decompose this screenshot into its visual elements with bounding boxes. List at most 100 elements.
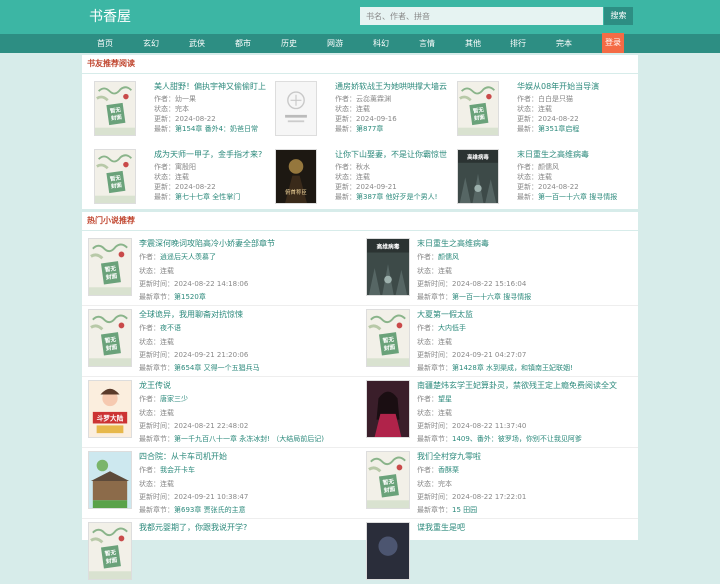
- hot-book-card[interactable]: 暂无 封面 我们全村穿九零啦 作者：香酥栗 状态：完本 更新时间：2024-08-22 1…: [366, 451, 636, 514]
- book-title-link[interactable]: 末日重生之高维病毒: [517, 149, 589, 161]
- hot-book-card[interactable]: 四合院：从卡车司机开始 作者：我会开卡车 状态：连载 更新时间：2024-09-21 …: [88, 451, 358, 514]
- book-cover-image[interactable]: 高维病毒: [457, 149, 499, 204]
- latest-chapter-link[interactable]: 第一百一十六章 搜寻情报: [538, 193, 617, 201]
- latest-chapter-link[interactable]: 第一千九百八十一章 永冻冰封! （大结局前后记): [174, 435, 324, 443]
- book-cover-image[interactable]: 暂无 封面: [88, 522, 132, 580]
- book-cover-image[interactable]: [366, 522, 410, 580]
- hot-book-card[interactable]: 南疆楚炜玄学王妃算卦灵，禁欲残王定上瘾免费阅读全文 作者：望星 状态：连载 更新时间：…: [366, 380, 636, 443]
- latest-chapter-link[interactable]: 1409、番外：彼罗场，你别不让我见阿爹: [452, 435, 582, 443]
- author-link[interactable]: 我会开卡车: [160, 466, 195, 474]
- book-updated: 更新时间：2024-09-21 21:20:06: [139, 351, 249, 359]
- latest-chapter-link[interactable]: 第693章 贾张氏的主意: [174, 506, 246, 514]
- recommend-card[interactable]: 暂无 封面 华娱从08年开始当导演 作者：白白是只猫 状态：连载 更新：2024-08-2…: [457, 81, 635, 143]
- book-title-link[interactable]: 四合院：从卡车司机开始: [139, 451, 227, 463]
- hot-book-card[interactable]: 暂无 封面 全球诡异，我用聊斋对抗惊悚作者：夜不语状态：连载更新时间：2024-09…: [88, 309, 358, 372]
- recommend-card[interactable]: 通房娇软战王为她哄哄撑大墙云 作者：云惢薰霖渊 状态：连载 更新：2024-09-16…: [275, 81, 453, 143]
- author-link[interactable]: 颜儒风: [438, 253, 459, 261]
- book-cover-image[interactable]: [88, 451, 132, 509]
- author-label: 作者：: [139, 466, 160, 474]
- book-latest-row: 最新章节：第一千九百八十一章 永冻冰封! （大结局前后记): [139, 434, 324, 444]
- book-title-link[interactable]: 末日重生之高维病毒: [417, 238, 489, 250]
- book-title-link[interactable]: 华娱从08年开始当导演: [517, 81, 599, 93]
- book-cover-image[interactable]: 暂无 封面: [366, 451, 410, 509]
- book-status: 状态：连载: [417, 267, 452, 275]
- author-link[interactable]: 逍遥后天人羡慕了: [160, 253, 216, 261]
- book-cover-image[interactable]: 暂无 封面: [88, 238, 132, 296]
- nav-item-lishi[interactable]: 历史: [272, 34, 306, 53]
- hot-book-card[interactable]: 暂无 封面 李震深何晚词攻陷高冷小娇妻全部章节 作者：逍遥后天人羡慕了 状态：连载 更新时…: [88, 238, 358, 301]
- nav-item-wuxia[interactable]: 武侠: [180, 34, 214, 53]
- book-cover-image[interactable]: 暂无 封面: [457, 81, 499, 136]
- nav-item-dushi[interactable]: 都市: [226, 34, 260, 53]
- book-status: 状态：完本: [154, 105, 189, 113]
- latest-chapter-link[interactable]: 第1428章 水到渠成，和镇南王妃联姻!: [452, 364, 573, 372]
- recommend-card[interactable]: 暂无 封面 成为天师一甲子，金手指才来? 作者：寓殷阳 状态：连载 更新：2024-08-…: [94, 149, 272, 211]
- latest-chapter-link[interactable]: 第387章 他好歹是个男人!: [356, 193, 437, 201]
- hot-book-card[interactable]: 高维病毒 末日重生之高维病毒 作者：颜儒风 状态：连载 更新时间：2024-08-22 …: [366, 238, 636, 301]
- book-title-link[interactable]: 通房娇软战王为她哄哄撑大墙云: [335, 81, 447, 93]
- book-cover-image[interactable]: [275, 81, 317, 136]
- author-link[interactable]: 香酥栗: [438, 466, 459, 474]
- book-cover-image[interactable]: 俯首称臣: [275, 149, 317, 204]
- book-updated: 更新：2024-09-21: [335, 183, 397, 191]
- book-title-link[interactable]: 李震深何晚词攻陷高冷小娇妻全部章节: [139, 238, 275, 250]
- nav-item-home[interactable]: 首页: [88, 34, 122, 53]
- book-title-link[interactable]: 我们全村穿九零啦: [417, 451, 481, 463]
- latest-chapter-link[interactable]: 第七十七章 全性掌门: [175, 193, 240, 201]
- latest-chapter-link[interactable]: 第351章启程: [538, 125, 579, 133]
- nav-item-xuanhuan[interactable]: 玄幻: [134, 34, 168, 53]
- nav-item-qita[interactable]: 其他: [456, 34, 490, 53]
- book-updated: 更新：2024-08-22: [154, 115, 216, 123]
- latest-chapter-link[interactable]: 第1520章: [174, 293, 206, 301]
- nav-item-kehuan[interactable]: 科幻: [364, 34, 398, 53]
- latest-chapter-link[interactable]: 15 田园: [452, 506, 477, 514]
- book-title-link[interactable]: 龙王传说: [139, 380, 171, 392]
- search-button[interactable]: 搜索: [604, 7, 633, 25]
- author-link[interactable]: 大内低手: [438, 324, 466, 332]
- nav-item-yanqing[interactable]: 言情: [410, 34, 444, 53]
- book-title-link[interactable]: 谍我重生是吧: [417, 522, 465, 534]
- latest-chapter-link[interactable]: 第654章 又得一个五猖兵马: [174, 364, 260, 372]
- latest-label: 最新章节：: [417, 293, 452, 301]
- book-title-link[interactable]: 我都元婴期了，你跟我说开学?: [139, 522, 247, 534]
- book-status: 状态：连载: [139, 480, 174, 488]
- book-title-link[interactable]: 美人甜野！偏执宇神又偷偷盯上: [154, 81, 266, 93]
- recommend-card[interactable]: 暂无 封面 美人甜野！偏执宇神又偷偷盯上 作者：幼一果 状态：完本 更新：2024-08-…: [94, 81, 272, 143]
- book-title-link[interactable]: 让你下山娶妻，不是让你霸惊世: [335, 149, 447, 161]
- login-button[interactable]: 登录: [602, 33, 624, 53]
- book-cover-image[interactable]: 高维病毒: [366, 238, 410, 296]
- author-link[interactable]: 望星: [438, 395, 452, 403]
- nav-item-paihang[interactable]: 排行: [501, 34, 535, 53]
- latest-chapter-link[interactable]: 第154章 番外4：奶爸日常: [175, 125, 258, 133]
- book-cover-image[interactable]: [366, 380, 410, 438]
- latest-chapter-link[interactable]: 第877章: [356, 125, 383, 133]
- book-title-link[interactable]: 南疆楚炜玄学王妃算卦灵，禁欲残王定上瘾免费阅读全文: [417, 380, 617, 392]
- book-cover-image[interactable]: 斗罗大陆: [88, 380, 132, 438]
- latest-chapter-link[interactable]: 第一百一十六章 搜寻情报: [452, 293, 531, 301]
- recommend-card[interactable]: 高维病毒 末日重生之高维病毒 作者：颜儒风 状态：连载 更新：2024-08-22 最新：…: [457, 149, 635, 211]
- book-title-link[interactable]: 成为天师一甲子，金手指才来?: [154, 149, 262, 161]
- nav-item-wanben[interactable]: 完本: [547, 34, 581, 53]
- book-title-link[interactable]: 大夏第一假太监: [417, 309, 473, 321]
- book-cover-image[interactable]: 暂无 封面: [366, 309, 410, 367]
- author-label: 作者：: [139, 324, 160, 332]
- latest-label: 最新：: [517, 193, 538, 201]
- book-title-link[interactable]: 全球诡异，我用聊斋对抗惊悚: [139, 309, 243, 321]
- book-status: 状态：连载: [139, 338, 174, 346]
- hot-book-card[interactable]: 暂无 封面 我都元婴期了，你跟我说开学?: [88, 522, 358, 584]
- book-cover-image[interactable]: 暂无 封面: [94, 81, 136, 136]
- nav-item-wangyou[interactable]: 网游: [318, 34, 352, 53]
- author-link[interactable]: 唐家三少: [160, 395, 188, 403]
- book-author: 作者：白白是只猫: [517, 95, 573, 103]
- hot-book-card[interactable]: 谍我重生是吧: [366, 522, 636, 584]
- search-input[interactable]: [360, 7, 603, 25]
- recommend-panel: 书友推荐阅读 暂无 封面 美人甜野！偏执宇神又偷偷盯上 作者：幼一果 状态：完本 更新：2…: [82, 55, 638, 209]
- site-logo[interactable]: 书香屋: [89, 9, 131, 25]
- author-link[interactable]: 夜不语: [160, 324, 181, 332]
- book-updated: 更新时间：2024-08-22 14:18:06: [139, 280, 249, 288]
- book-cover-image[interactable]: 暂无 封面: [94, 149, 136, 204]
- book-cover-image[interactable]: 暂无 封面: [88, 309, 132, 367]
- hot-book-card[interactable]: 斗罗大陆 龙王传说 作者：唐家三少 状态：连载 更新时间：2024-08-21 22:4…: [88, 380, 358, 444]
- recommend-card[interactable]: 俯首称臣 让你下山娶妻，不是让你霸惊世 作者：秋水 状态：连载 更新：2024-09-2…: [275, 149, 453, 211]
- hot-book-card[interactable]: 暂无 封面 大夏第一假太监 作者：大内低手 状态：连载 更新时间：2024-09-21 0…: [366, 309, 636, 372]
